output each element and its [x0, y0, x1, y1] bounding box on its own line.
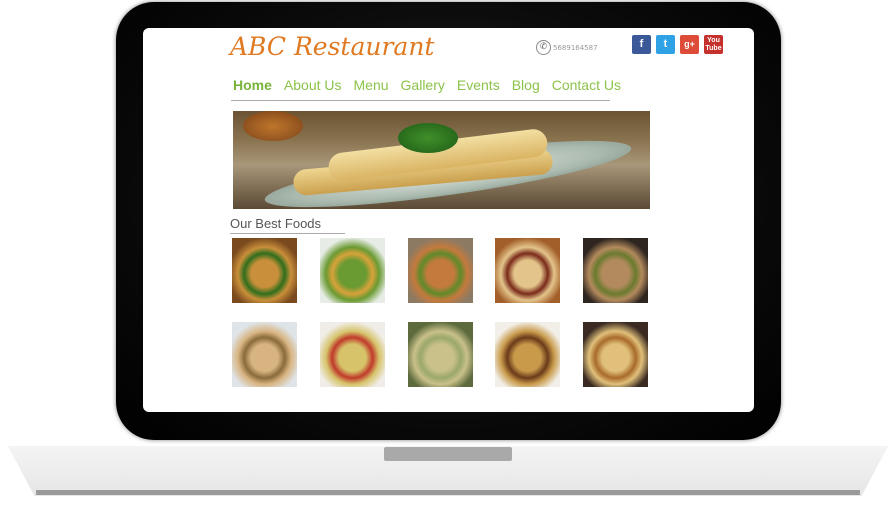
nav-item-gallery[interactable]: Gallery [401, 77, 445, 93]
food-thumbnail-sandwich-fries[interactable] [495, 322, 560, 387]
best-foods-divider [230, 233, 345, 234]
youtube-icon[interactable]: You Tube [704, 35, 723, 54]
nav-item-contact-us[interactable]: Contact Us [552, 77, 621, 93]
laptop-base-edge [36, 490, 860, 495]
site-logo[interactable]: ABC Restaurant [230, 32, 434, 61]
hero-banner-image [233, 111, 650, 209]
nav-item-home[interactable]: Home [233, 77, 272, 93]
facebook-icon[interactable]: f [632, 35, 651, 54]
nav-item-about-us[interactable]: About Us [284, 77, 342, 93]
best-foods-title: Our Best Foods [230, 216, 322, 231]
banner-herb [398, 123, 458, 153]
food-thumbnail-pasta-plate[interactable] [320, 322, 385, 387]
nav-item-blog[interactable]: Blog [512, 77, 540, 93]
food-thumbnail-wraps[interactable] [232, 322, 297, 387]
phone-number: 5689164587 [553, 43, 598, 52]
food-thumbnail-rice-pan[interactable] [408, 238, 473, 303]
food-thumbnail-stuffed-dish[interactable] [408, 322, 473, 387]
banner-glass [243, 111, 303, 141]
food-thumbnail-samosa-platter[interactable] [583, 322, 648, 387]
phone-icon: ✆ [536, 40, 551, 55]
laptop-trackpad [384, 447, 512, 461]
social-links: f t g+ You Tube [632, 35, 723, 54]
food-thumbnail-salad-plate[interactable] [320, 238, 385, 303]
google-plus-icon[interactable]: g+ [680, 35, 699, 54]
nav-item-events[interactable]: Events [457, 77, 500, 93]
twitter-icon[interactable]: t [656, 35, 675, 54]
laptop-screen: ABC Restaurant ✆ 5689164587 f t g+ You T… [143, 28, 754, 412]
main-nav: Home About Us Menu Gallery Events Blog C… [233, 77, 633, 93]
nav-divider [231, 100, 610, 101]
food-thumbnail-tacos[interactable] [495, 238, 560, 303]
food-thumbnail-noodles-bowl[interactable] [232, 238, 297, 303]
phone-contact[interactable]: ✆ 5689164587 [536, 40, 598, 55]
nav-item-menu[interactable]: Menu [354, 77, 389, 93]
food-thumbnail-sandwich[interactable] [583, 238, 648, 303]
